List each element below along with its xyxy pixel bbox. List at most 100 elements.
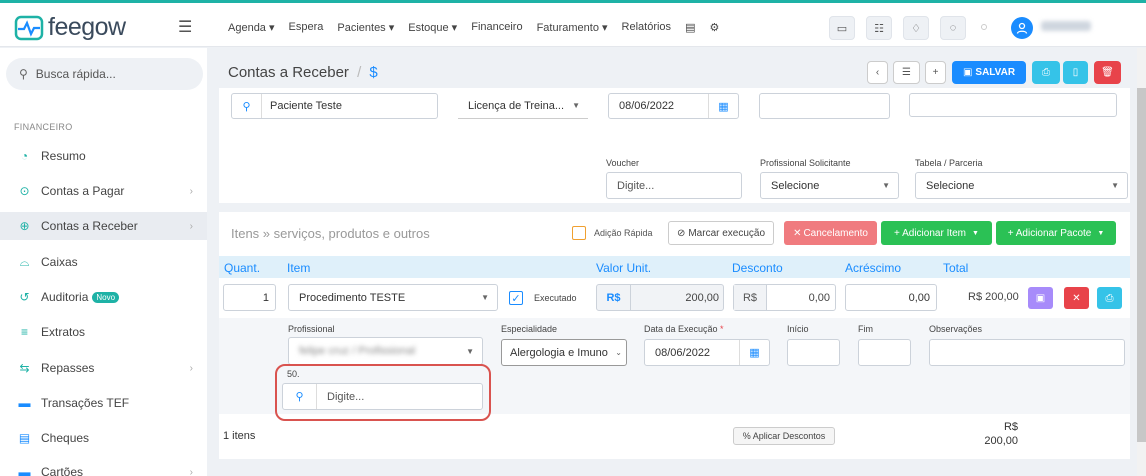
quick-add-checkbox[interactable] — [572, 226, 586, 240]
date-field[interactable]: 08/06/2022 ▦ — [608, 93, 739, 119]
sidebar-item-cheques[interactable]: ▤ Cheques — [0, 424, 207, 452]
unit-value-field[interactable]: R$ 200,00 — [596, 284, 724, 311]
specialty-select[interactable]: Alergologia e Imuno ⌄ — [501, 339, 627, 366]
tabela-select[interactable]: Selecione ▼ — [915, 172, 1128, 199]
document-button[interactable]: ▯ — [1063, 61, 1088, 84]
sidebar-item-cartoes[interactable]: ▬ Cartões › — [0, 458, 207, 476]
arrow-circle-icon: ⊙ — [19, 184, 30, 198]
sidebar-item-repasses[interactable]: ⇆ Repasses › — [0, 354, 207, 382]
start-label: Início — [787, 324, 809, 334]
remove-row-button[interactable]: ✕ — [1064, 287, 1089, 309]
add-button[interactable]: + — [925, 61, 946, 84]
professional-select[interactable]: felipe cruz / Profissional ▼ — [288, 337, 483, 365]
list-icon: ≡ — [20, 325, 28, 339]
checklist-icon[interactable]: ☷ — [866, 16, 892, 40]
database-icon[interactable]: ▤ — [685, 21, 695, 34]
cancel-button[interactable]: ✕ Cancelamento — [784, 221, 877, 245]
sidebar-section-title: FINANCEIRO — [14, 122, 73, 132]
field-blank[interactable] — [759, 93, 890, 119]
quick-search[interactable]: ⚲ Busca rápida... — [6, 58, 203, 90]
bell-icon[interactable]: ♢ — [903, 16, 929, 40]
nav-relatorios[interactable]: Relatórios — [622, 21, 672, 34]
notes-textarea[interactable] — [909, 93, 1117, 117]
nav-estoque[interactable]: Estoque ▾ — [408, 21, 457, 34]
chevron-right-icon: › — [189, 362, 193, 374]
quick-add-label: Adição Rápida — [594, 228, 653, 238]
sidebar-item-auditoria[interactable]: ↺ Auditoria Novo — [0, 283, 207, 311]
card-icon: ▬ — [18, 465, 31, 476]
nav-financeiro[interactable]: Financeiro — [471, 21, 522, 34]
history-icon: ↺ — [19, 290, 30, 304]
add-package-button[interactable]: + Adicionar Pacote ▼ — [996, 221, 1116, 245]
trash-icon: 🗑 — [1101, 67, 1114, 78]
nav-agenda[interactable]: Agenda ▾ — [228, 21, 275, 34]
document-icon: ▯ — [1072, 67, 1079, 78]
nav-espera[interactable]: Espera — [289, 21, 324, 34]
delete-button[interactable]: 🗑 — [1094, 61, 1121, 84]
close-icon: ✕ — [793, 227, 802, 239]
nav-pacientes[interactable]: Pacientes ▾ — [337, 21, 394, 34]
quantity-input[interactable]: 1 — [223, 284, 276, 311]
chevron-down-icon: ⌄ — [615, 348, 622, 357]
print-row-button[interactable]: ⎙ — [1097, 287, 1122, 309]
chart-pie-icon: ◔ — [20, 149, 29, 163]
patient-field[interactable]: ⚲ Paciente Teste — [231, 93, 438, 119]
executed-checkbox[interactable]: ✓ — [509, 291, 523, 305]
inbox-icon: ⌓ — [19, 254, 30, 269]
license-select[interactable]: Licença de Treina... ▼ — [458, 93, 588, 119]
sidebar-item-contas-a-receber[interactable]: ⊕ Contas a Receber › — [0, 212, 207, 240]
chevron-right-icon: › — [189, 466, 193, 476]
percent-icon: % — [742, 431, 751, 441]
sidebar-item-extratos[interactable]: ≡ Extratos — [0, 318, 207, 346]
execution-date-field[interactable]: 08/06/2022 ▦ — [644, 339, 770, 366]
top-bar: feegow ☰ Agenda ▾ Espera Pacientes ▾ Est… — [0, 3, 1146, 47]
plus-circle-icon: ⊕ — [19, 219, 30, 233]
voucher-label: Voucher — [606, 158, 640, 168]
user-name[interactable] — [1041, 21, 1091, 31]
menu-toggle-icon[interactable]: ☰ — [178, 17, 192, 37]
observations-input[interactable] — [929, 339, 1125, 366]
avatar[interactable] — [1011, 17, 1033, 39]
apply-discounts-button[interactable]: % Aplicar Descontos — [733, 427, 835, 445]
print-icon: ⎙ — [1105, 292, 1114, 304]
check-circle-icon: ⊘ — [676, 227, 686, 239]
prof-solicitante-select[interactable]: Selecione ▼ — [760, 172, 899, 199]
sidebar-item-caixas[interactable]: ⌓ Caixas — [0, 248, 207, 276]
inbox-icon[interactable]: ▭ — [829, 16, 855, 40]
status-dot-icon — [981, 24, 987, 30]
discount-field[interactable]: R$ 0,00 — [733, 284, 836, 311]
increase-input[interactable]: 0,00 — [845, 284, 937, 311]
observations-label: Observações — [929, 324, 983, 334]
grand-total: R$ 200,00 — [984, 421, 1018, 447]
heartbeat-logo-icon — [14, 15, 44, 40]
sidebar-item-transacoes-tef[interactable]: ▬ Transações TEF — [0, 389, 207, 417]
user-icon — [1016, 22, 1028, 34]
executed-label: Executado — [534, 293, 577, 303]
voucher-input[interactable]: Digite... — [606, 172, 742, 199]
calendar-icon[interactable]: ▦ — [708, 94, 738, 118]
caret-down-icon: ▼ — [466, 346, 474, 356]
scrollbar-thumb[interactable] — [1137, 88, 1146, 442]
back-button[interactable]: ‹ — [867, 61, 888, 84]
print-button[interactable]: ⎙ — [1032, 61, 1060, 84]
nav-faturamento[interactable]: Faturamento ▾ — [537, 21, 608, 34]
professional-label: Profissional — [288, 324, 335, 334]
save-button[interactable]: ▣ SALVAR — [952, 61, 1026, 84]
quick-search-input[interactable]: Busca rápida... — [36, 67, 116, 81]
package-button[interactable]: ▣ — [1028, 287, 1053, 309]
item-select[interactable]: Procedimento TESTE ▼ — [288, 284, 498, 311]
sidebar-item-resumo[interactable]: ◔ Resumo — [0, 142, 207, 170]
mark-execution-button[interactable]: ⊘ Marcar execução — [668, 221, 774, 245]
add-item-button[interactable]: + Adicionar Item ▼ — [881, 221, 992, 245]
save-icon: ▣ — [962, 67, 973, 78]
end-time-input[interactable] — [858, 339, 911, 366]
logo[interactable]: feegow — [14, 13, 126, 42]
gear-icon[interactable]: ⚙ — [709, 21, 719, 34]
list-button[interactable]: ☰ — [893, 61, 920, 84]
print-icon: ⎙ — [1042, 67, 1050, 78]
card-icon: ▬ — [18, 396, 31, 410]
sidebar-item-contas-a-pagar[interactable]: ⊙ Contas a Pagar › — [0, 177, 207, 205]
calendar-icon[interactable]: ▦ — [739, 340, 769, 365]
chat-icon[interactable]: ◌ — [940, 16, 966, 40]
start-time-input[interactable] — [787, 339, 840, 366]
